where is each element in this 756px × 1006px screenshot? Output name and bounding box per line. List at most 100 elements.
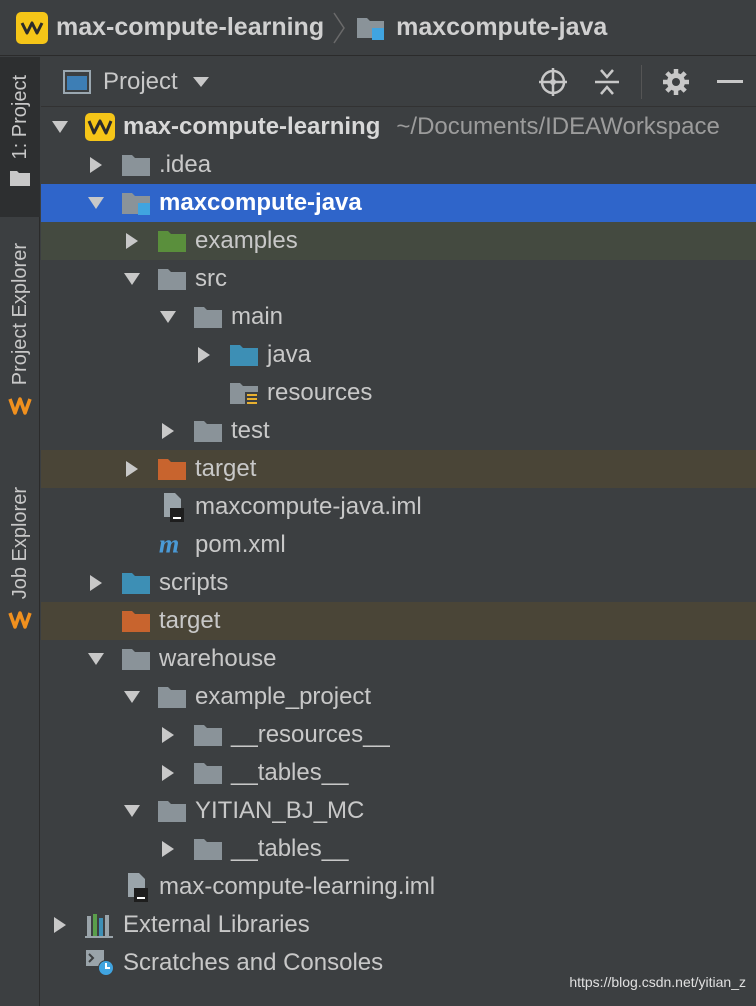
collapsed-arrow-icon[interactable] <box>157 762 179 784</box>
libraries-icon <box>85 912 115 938</box>
collapsed-arrow-icon[interactable] <box>193 344 215 366</box>
svg-text:m: m <box>159 531 179 559</box>
locate-icon[interactable] <box>533 62 573 102</box>
tree-row[interactable]: java <box>41 336 756 374</box>
folder-orange-icon <box>121 608 151 634</box>
folder-green-icon <box>157 228 187 254</box>
expanded-arrow-icon[interactable] <box>121 268 143 290</box>
expanded-arrow-icon[interactable] <box>157 306 179 328</box>
toolbar-divider <box>641 65 642 99</box>
folder-gray-icon <box>193 304 223 330</box>
folder-gray-icon <box>193 722 223 748</box>
tree-row[interactable]: __tables__ <box>41 754 756 792</box>
job-explorer-tool-button[interactable]: Job Explorer <box>0 487 40 667</box>
module-folder-icon <box>121 190 151 216</box>
tree-row[interactable]: maxcompute-java.iml <box>41 488 756 526</box>
folder-gray-icon <box>121 152 151 178</box>
minimize-icon[interactable] <box>710 62 750 102</box>
iml-file-icon <box>121 873 151 902</box>
gear-icon[interactable] <box>656 62 696 102</box>
panel-title[interactable]: Project <box>103 68 178 96</box>
job-explorer-label: Job Explorer <box>8 487 31 600</box>
collapsed-arrow-icon[interactable] <box>157 420 179 442</box>
project-panel-header: Project <box>41 57 756 107</box>
tree-row[interactable]: __tables__ <box>41 830 756 868</box>
tree-row[interactable]: max-compute-learning ~/Documents/IDEAWork… <box>41 108 756 146</box>
breadcrumb-module-label: maxcompute-java <box>396 13 608 41</box>
tree-row[interactable]: External Libraries <box>41 906 756 944</box>
folder-blue-icon <box>229 342 259 368</box>
watermark: https://blog.csdn.net/yitian_z <box>569 974 746 990</box>
expanded-arrow-icon[interactable] <box>85 648 107 670</box>
folder-resources-icon <box>229 380 259 406</box>
tree-row[interactable]: test <box>41 412 756 450</box>
folder-gray-icon <box>193 836 223 862</box>
project-path-label: ~/Documents/IDEAWorkspace <box>396 113 720 140</box>
no-arrow-spacer <box>193 382 215 404</box>
expanded-arrow-icon[interactable] <box>121 800 143 822</box>
tree-item-label: YITIAN_BJ_MC <box>195 797 365 824</box>
tree-item-label: __tables__ <box>231 835 349 862</box>
expanded-arrow-icon[interactable] <box>49 116 71 138</box>
tree-row[interactable]: target <box>41 450 756 488</box>
tree-row[interactable]: example_project <box>41 678 756 716</box>
iml-file-icon <box>157 493 187 522</box>
tree-row[interactable]: scripts <box>41 564 756 602</box>
tree-item-label: pom.xml <box>195 531 286 558</box>
tree-item-label: target <box>195 455 257 482</box>
tree-item-label: .idea <box>159 151 212 178</box>
tree-item-label: scripts <box>159 569 229 596</box>
scratches-icon <box>85 950 115 976</box>
collapsed-arrow-icon[interactable] <box>157 838 179 860</box>
no-arrow-spacer <box>121 534 143 556</box>
expanded-arrow-icon[interactable] <box>121 686 143 708</box>
no-arrow-spacer <box>85 876 107 898</box>
tree-row[interactable]: __resources__ <box>41 716 756 754</box>
breadcrumb-separator-icon <box>333 12 346 43</box>
tree-row[interactable]: maxcompute-java <box>41 184 756 222</box>
tree-item-label: max-compute-learning <box>123 113 381 140</box>
tree-item-label: maxcompute-java <box>159 189 362 216</box>
collapsed-arrow-icon[interactable] <box>49 914 71 936</box>
tree-row[interactable]: YITIAN_BJ_MC <box>41 792 756 830</box>
breadcrumb-project[interactable]: max-compute-learning <box>16 11 325 44</box>
tree-row[interactable]: m pom.xml <box>41 526 756 564</box>
tree-row[interactable]: .idea <box>41 146 756 184</box>
tree-row[interactable]: target <box>41 602 756 640</box>
collapsed-arrow-icon[interactable] <box>85 572 107 594</box>
collapse-all-icon[interactable] <box>587 62 627 102</box>
maven-icon: m <box>157 531 187 559</box>
breadcrumb-project-label: max-compute-learning <box>56 13 325 41</box>
no-arrow-spacer <box>85 610 107 632</box>
tree-row[interactable]: src <box>41 260 756 298</box>
folder-gray-icon <box>157 798 187 824</box>
folder-gray-icon <box>157 266 187 292</box>
tree-row[interactable]: warehouse <box>41 640 756 678</box>
collapsed-arrow-icon[interactable] <box>85 154 107 176</box>
tree-item-label: warehouse <box>159 645 277 672</box>
project-explorer-label: Project Explorer <box>8 243 31 386</box>
tree-row[interactable]: main <box>41 298 756 336</box>
project-view-icon <box>63 69 91 94</box>
tree-row[interactable]: examples <box>41 222 756 260</box>
folder-gray-icon <box>121 646 151 672</box>
folder-orange-icon <box>157 456 187 482</box>
collapsed-arrow-icon[interactable] <box>121 458 143 480</box>
folder-gray-icon <box>193 760 223 786</box>
chevron-down-icon[interactable] <box>192 76 210 88</box>
project-explorer-tool-button[interactable]: Project Explorer <box>0 243 40 453</box>
tree-item-label: __tables__ <box>231 759 349 786</box>
tree-item-label: example_project <box>195 683 372 710</box>
project-tool-button[interactable]: 1: Project <box>0 57 40 217</box>
tree-item-label: java <box>267 341 312 368</box>
tree-item-label: examples <box>195 227 298 254</box>
collapsed-arrow-icon[interactable] <box>121 230 143 252</box>
tree-item-label: __resources__ <box>231 721 390 748</box>
breadcrumb-module[interactable]: maxcompute-java <box>356 13 607 42</box>
tree-item-label: External Libraries <box>123 911 310 938</box>
folder-gray-icon <box>157 684 187 710</box>
collapsed-arrow-icon[interactable] <box>157 724 179 746</box>
expanded-arrow-icon[interactable] <box>85 192 107 214</box>
tree-row[interactable]: max-compute-learning.iml <box>41 868 756 906</box>
tree-row[interactable]: resources <box>41 374 756 412</box>
